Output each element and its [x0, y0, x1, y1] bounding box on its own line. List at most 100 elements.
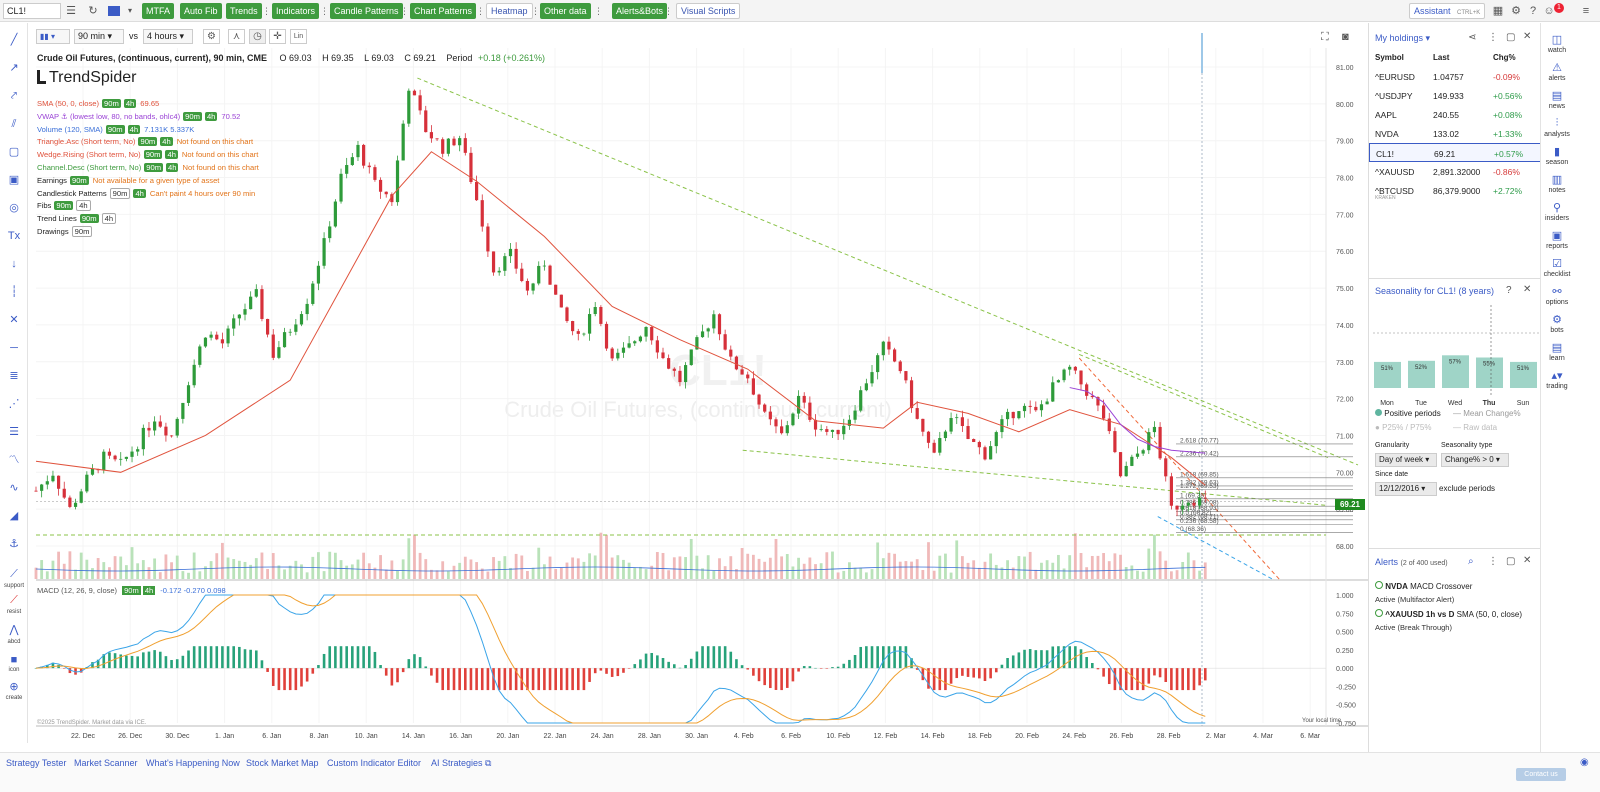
chart-area[interactable]: CL1! Crude Oil Futures, (continuous, cur…: [28, 23, 1368, 743]
candle[interactable]: [203, 337, 208, 347]
candle[interactable]: [169, 435, 174, 437]
more-icon[interactable]: ⋮: [262, 3, 271, 19]
text-tool-icon[interactable]: Tx: [5, 227, 23, 245]
candle[interactable]: [994, 432, 998, 447]
candle[interactable]: [316, 265, 321, 284]
candle[interactable]: [271, 334, 275, 358]
rail-news[interactable]: ▤ news: [1541, 89, 1573, 110]
holding-row[interactable]: CL1! 69.21 +0.57%: [1369, 143, 1541, 162]
rail-season[interactable]: ▮ season: [1541, 145, 1573, 166]
candle[interactable]: [932, 442, 936, 453]
candle[interactable]: [796, 395, 801, 414]
candle[interactable]: [345, 165, 349, 174]
candle[interactable]: [633, 341, 637, 344]
indicator-tag[interactable]: 90m: [71, 225, 93, 237]
candle[interactable]: [734, 356, 739, 370]
candle[interactable]: [1175, 505, 1179, 510]
candle[interactable]: [350, 157, 354, 166]
candle[interactable]: [294, 324, 298, 332]
candle[interactable]: [678, 370, 682, 383]
menu-icon[interactable]: ≡: [1578, 3, 1594, 19]
candle[interactable]: [949, 418, 953, 432]
candle[interactable]: [774, 419, 778, 427]
candle[interactable]: [418, 95, 422, 111]
candle[interactable]: [401, 123, 405, 161]
candle[interactable]: [186, 385, 191, 403]
candle[interactable]: [198, 346, 202, 365]
candle[interactable]: [243, 309, 247, 315]
candle[interactable]: [305, 303, 309, 315]
grid-icon[interactable]: ▦: [1490, 3, 1506, 19]
holding-row[interactable]: AAPL 240.55 +0.08%: [1369, 105, 1541, 124]
help-icon[interactable]: ?: [1525, 3, 1541, 19]
rail-learn[interactable]: ▤ learn: [1541, 341, 1573, 362]
candle[interactable]: [661, 352, 665, 359]
ai-strategies-link[interactable]: AI Strategies ⧉: [431, 758, 491, 769]
candle[interactable]: [153, 421, 157, 431]
candle[interactable]: [655, 340, 659, 353]
crosshair-icon[interactable]: ✛: [269, 29, 286, 44]
help-icon[interactable]: ?: [1506, 285, 1512, 296]
candle[interactable]: [458, 138, 462, 146]
candle[interactable]: [768, 411, 772, 420]
candle[interactable]: [853, 410, 857, 420]
contact-us-button[interactable]: Contact us: [1516, 768, 1566, 781]
candle[interactable]: [102, 451, 106, 471]
candle[interactable]: [1039, 404, 1044, 411]
candle[interactable]: [1113, 431, 1117, 453]
candle[interactable]: [729, 349, 733, 357]
candle[interactable]: [119, 458, 123, 460]
indicator-tag[interactable]: 90m: [102, 99, 121, 108]
candle[interactable]: [322, 238, 326, 266]
candle[interactable]: [45, 481, 49, 485]
horizontal-line-icon[interactable]: ─: [5, 339, 23, 357]
candle[interactable]: [79, 491, 83, 503]
interval-select[interactable]: 90 min ▾: [74, 29, 124, 44]
legend-mean[interactable]: — Mean Change%: [1453, 409, 1521, 418]
candle[interactable]: [780, 426, 784, 434]
indicator-tag[interactable]: 90m: [109, 187, 131, 199]
candle[interactable]: [311, 283, 315, 304]
indicator-tag[interactable]: 4h: [101, 213, 117, 225]
candle[interactable]: [164, 426, 168, 436]
candle[interactable]: [1147, 432, 1151, 451]
fib-tool-icon[interactable]: ≣: [5, 367, 23, 385]
candle[interactable]: [508, 248, 513, 257]
type-select[interactable]: Change% > 0 ▾: [1441, 453, 1509, 467]
stock-market-map-link[interactable]: Stock Market Map: [246, 758, 319, 768]
close-icon[interactable]: ✕: [1523, 31, 1531, 42]
candle[interactable]: [378, 179, 383, 192]
color-swatch-icon[interactable]: [108, 6, 120, 16]
candle[interactable]: [712, 314, 716, 329]
line-tool-icon[interactable]: ╱: [5, 31, 23, 49]
candle[interactable]: [237, 314, 241, 319]
candle[interactable]: [638, 336, 643, 342]
candle[interactable]: [412, 90, 417, 96]
candle[interactable]: [288, 331, 292, 333]
candle[interactable]: [621, 347, 626, 353]
candle[interactable]: [531, 283, 535, 291]
candle[interactable]: [1169, 476, 1173, 506]
candle[interactable]: [1135, 453, 1140, 457]
candle[interactable]: [113, 455, 117, 460]
candle[interactable]: [650, 326, 654, 341]
trends-button[interactable]: Trends: [226, 3, 262, 19]
candle[interactable]: [604, 323, 609, 349]
arrow-down-icon[interactable]: ↓: [5, 255, 23, 273]
candle[interactable]: [1062, 369, 1066, 381]
clock-icon[interactable]: ◷: [249, 29, 266, 44]
create-icon[interactable]: ⊕: [5, 678, 23, 696]
candle[interactable]: [887, 341, 891, 350]
indicator-row[interactable]: SMA (50, 0, close) 90m 4h 69.65: [37, 98, 259, 111]
lin-button[interactable]: Lin: [290, 29, 307, 44]
candle[interactable]: [1124, 465, 1128, 477]
candle[interactable]: [1085, 384, 1089, 396]
candle[interactable]: [802, 395, 806, 403]
custom-indicator-editor-link[interactable]: Custom Indicator Editor: [327, 758, 421, 768]
candle[interactable]: [220, 339, 225, 344]
indicator-tag[interactable]: 90m: [143, 150, 163, 160]
candle[interactable]: [147, 427, 151, 431]
search-icon[interactable]: ⌕: [1468, 556, 1474, 567]
more-icon[interactable]: ⋮: [531, 3, 540, 19]
candle[interactable]: [1051, 382, 1055, 402]
